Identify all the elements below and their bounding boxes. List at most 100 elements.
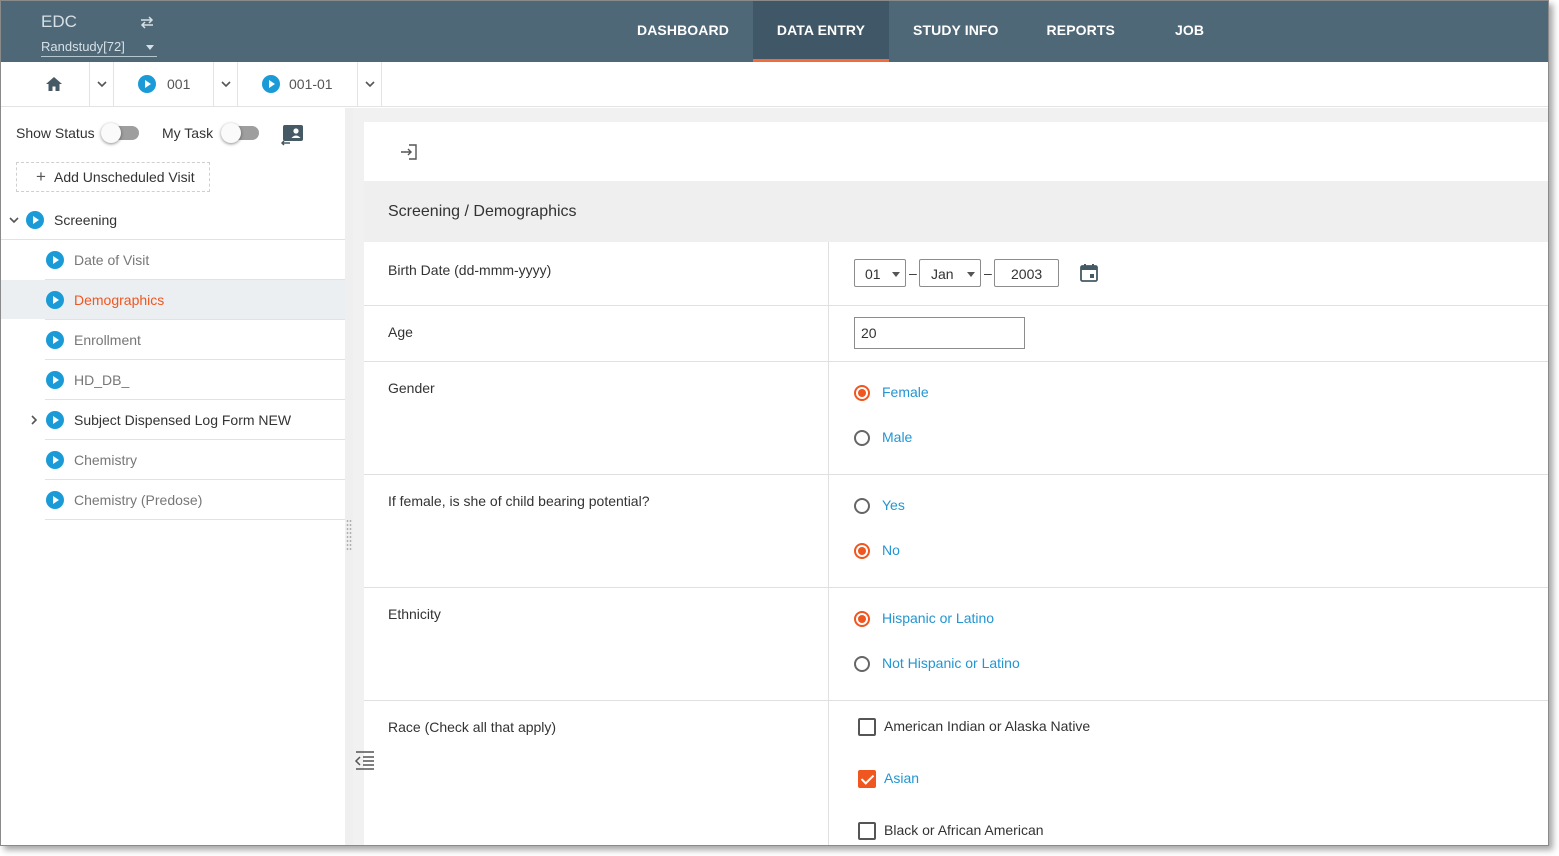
collapse-panel-icon[interactable]: [400, 143, 418, 161]
tree-visit-screening[interactable]: Screening: [1, 200, 345, 240]
panel-splitter[interactable]: [345, 108, 353, 845]
question-label: If female, is she of child bearing poten…: [388, 493, 650, 509]
play-icon: [46, 451, 64, 469]
toggle-knob: [101, 123, 121, 143]
form-card: Screening / Demographics Birth Date (dd-…: [364, 122, 1548, 845]
show-status-label: Show Status: [16, 125, 95, 141]
add-unscheduled-visit-button[interactable]: + Add Unscheduled Visit: [16, 162, 210, 192]
breadcrumb-site-label: 001: [167, 76, 191, 92]
calendar-icon[interactable]: [1079, 263, 1099, 283]
child-bearing-yes-radio[interactable]: [854, 498, 870, 514]
play-icon: [46, 491, 64, 509]
nav-reports[interactable]: REPORTS: [1023, 1, 1139, 62]
ethnicity-not-hispanic-radio[interactable]: [854, 656, 870, 672]
tree-form-subject-dispensed-log[interactable]: Subject Dispensed Log Form NEW: [31, 400, 345, 440]
play-icon: [46, 291, 64, 309]
drag-handle-icon[interactable]: [346, 519, 352, 551]
show-status-toggle[interactable]: [101, 123, 139, 143]
my-task-label: My Task: [162, 125, 214, 141]
breadcrumb-subject[interactable]: 001-01: [238, 62, 358, 106]
study-name: Randstudy[72]: [41, 39, 125, 54]
question-birth-date: Birth Date (dd-mmm-yyyy) 01 – Jan – 2003: [364, 242, 1548, 306]
race-black-checkbox[interactable]: [858, 822, 876, 840]
top-navigation-bar: EDC Randstudy[72] DASHBOARD DATA ENTRY S…: [1, 1, 1548, 62]
gender-female-radio[interactable]: [854, 385, 870, 401]
option-label[interactable]: Black or African American: [884, 822, 1044, 838]
tree-form-chemistry[interactable]: Chemistry: [45, 440, 345, 480]
home-icon: [46, 77, 62, 91]
tree-form-hd-db[interactable]: HD_DB_: [45, 360, 345, 400]
ethnicity-hispanic-radio[interactable]: [854, 611, 870, 627]
breadcrumb-home[interactable]: [1, 62, 90, 106]
option-label[interactable]: American Indian or Alaska Native: [884, 718, 1090, 734]
tree-form-label: Subject Dispensed Log Form NEW: [74, 412, 292, 428]
chevron-down-icon[interactable]: [9, 215, 19, 225]
visit-tree: Screening Date of Visit Demographics Enr…: [1, 200, 345, 520]
chevron-right-icon[interactable]: [29, 415, 39, 425]
birth-year-input[interactable]: 2003: [994, 259, 1059, 287]
my-task-toggle[interactable]: [221, 123, 259, 143]
nav-job[interactable]: JOB: [1139, 1, 1234, 62]
sync-user-icon[interactable]: [281, 124, 305, 146]
birth-day-select[interactable]: 01: [854, 259, 906, 287]
question-label: Birth Date (dd-mmm-yyyy): [388, 262, 552, 278]
play-icon: [46, 331, 64, 349]
main-nav: DASHBOARD DATA ENTRY STUDY INFO REPORTS …: [613, 1, 1234, 62]
breadcrumb-home-dropdown[interactable]: [90, 62, 114, 106]
play-icon: [46, 411, 64, 429]
play-icon: [138, 75, 156, 93]
date-separator: –: [909, 265, 917, 281]
race-asian-checkbox[interactable]: [858, 770, 876, 788]
visit-tree-panel: Show Status My Task + Add Unscheduled Vi…: [1, 108, 345, 845]
tree-form-demographics[interactable]: Demographics: [1, 280, 345, 320]
nav-dashboard[interactable]: DASHBOARD: [613, 1, 753, 62]
option-label[interactable]: No: [882, 542, 900, 558]
chevron-down-icon: [967, 272, 975, 277]
switch-study-icon[interactable]: [138, 13, 156, 31]
tree-form-label: Demographics: [74, 292, 165, 308]
child-bearing-no-radio[interactable]: [854, 543, 870, 559]
play-icon: [46, 251, 64, 269]
breadcrumb-subject-dropdown[interactable]: [358, 62, 382, 106]
play-icon: [26, 211, 44, 229]
question-label: Race (Check all that apply): [388, 719, 557, 735]
option-label[interactable]: Asian: [884, 770, 919, 786]
breadcrumb-subject-label: 001-01: [289, 76, 333, 92]
option-label[interactable]: Yes: [882, 497, 905, 513]
nav-study-info[interactable]: STUDY INFO: [889, 1, 1023, 62]
gender-male-radio[interactable]: [854, 430, 870, 446]
add-unscheduled-visit-label: Add Unscheduled Visit: [54, 169, 195, 185]
plus-icon: +: [36, 167, 46, 186]
tree-form-label: HD_DB_: [74, 372, 130, 388]
birth-year-value: 2003: [1011, 266, 1043, 282]
breadcrumb-site[interactable]: 001: [114, 62, 214, 106]
question-ethnicity: Ethnicity Hispanic or Latino Not Hispani…: [364, 588, 1548, 701]
question-label: Age: [388, 324, 413, 340]
tree-form-chemistry-predose[interactable]: Chemistry (Predose): [45, 480, 345, 520]
option-label[interactable]: Female: [882, 384, 929, 400]
tree-form-label: Chemistry (Predose): [74, 492, 203, 508]
study-selector[interactable]: Randstudy[72]: [41, 39, 157, 57]
chevron-down-icon: [146, 45, 154, 50]
nav-data-entry[interactable]: DATA ENTRY: [752, 1, 890, 62]
tree-form-label: Date of Visit: [74, 252, 150, 268]
birth-month-select[interactable]: Jan: [919, 259, 981, 287]
breadcrumb-site-dropdown[interactable]: [214, 62, 238, 106]
question-child-bearing: If female, is she of child bearing poten…: [364, 475, 1548, 588]
birth-day-value: 01: [865, 266, 881, 282]
question-gender: Gender Female Male: [364, 362, 1548, 475]
option-label[interactable]: Hispanic or Latino: [882, 610, 994, 626]
form-header: Screening / Demographics: [364, 181, 1548, 242]
toggle-panel-icon[interactable]: [354, 750, 376, 770]
race-american-indian-checkbox[interactable]: [858, 718, 876, 736]
age-input[interactable]: 20: [854, 317, 1025, 349]
tree-form-date-of-visit[interactable]: Date of Visit: [45, 240, 345, 280]
option-label[interactable]: Not Hispanic or Latino: [882, 655, 1020, 671]
option-label[interactable]: Male: [882, 429, 912, 445]
play-icon: [262, 75, 280, 93]
tree-form-enrollment[interactable]: Enrollment: [45, 320, 345, 360]
question-label: Gender: [388, 380, 435, 396]
chevron-down-icon: [892, 272, 900, 277]
question-label: Ethnicity: [388, 606, 441, 622]
toggle-knob: [221, 123, 241, 143]
